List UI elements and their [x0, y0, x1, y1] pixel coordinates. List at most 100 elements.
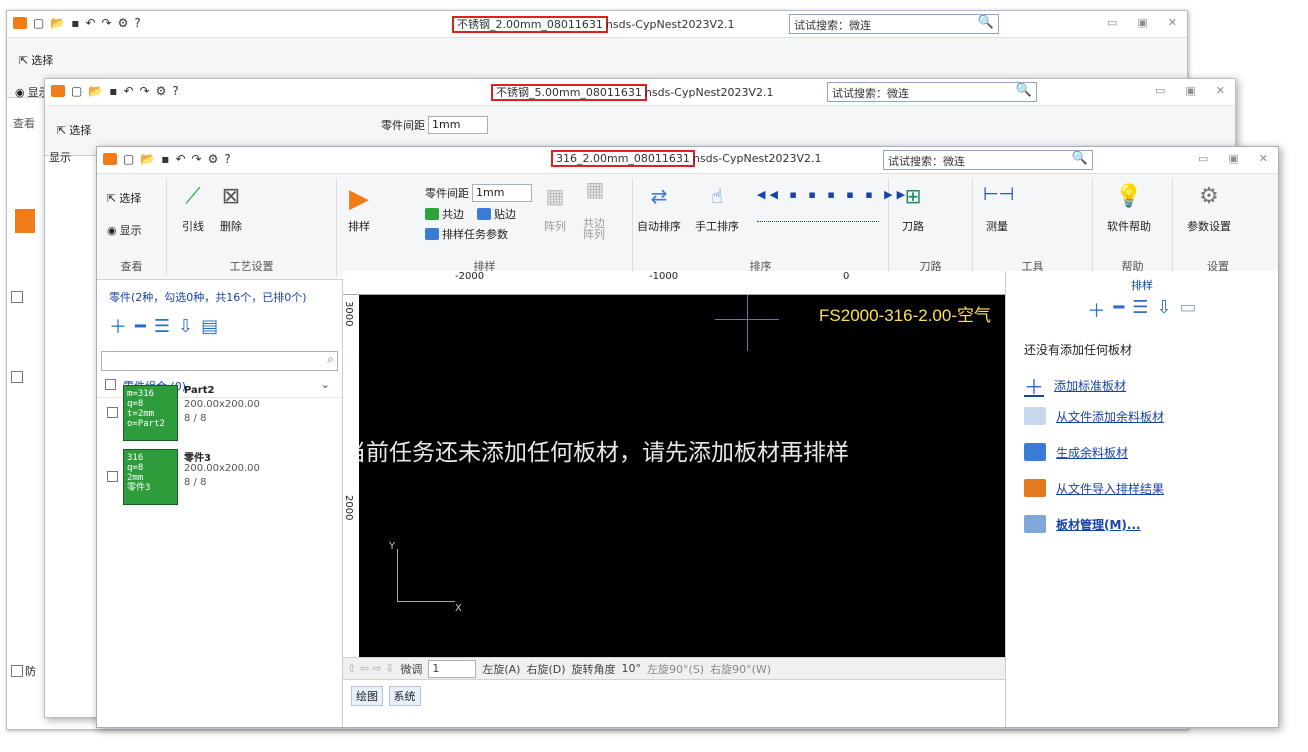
rotate-right-button[interactable]: 右旋(D)	[526, 661, 565, 677]
select-button[interactable]: ⇱ 选择	[107, 190, 141, 206]
save-icon[interactable]: ▪	[109, 84, 117, 98]
open-file-icon[interactable]: 📂	[88, 84, 103, 98]
show-button[interactable]: ◉ 显示	[107, 222, 142, 238]
generate-remnant-link[interactable]: 生成余料板材	[1024, 443, 1128, 461]
group-label: 工艺设置	[229, 260, 274, 273]
search-icon[interactable]: 🔍	[1016, 83, 1032, 98]
measure-button[interactable]: ⊢⊣ 测量	[983, 184, 1014, 234]
list-item[interactable]: 316 q=8 2mm 零件3 零件3 200.00x200.00 8 / 8	[107, 449, 337, 509]
search-input[interactable]: 试试搜索：微连 🔍	[789, 14, 999, 34]
tab-draw[interactable]: 绘图	[351, 686, 383, 706]
stub-checkbox[interactable]	[11, 291, 23, 303]
add-standard-sheet-link[interactable]: ＋ 添加标准板材	[1024, 371, 1126, 400]
share-array-button[interactable]: ▦ 共边阵列	[581, 179, 607, 240]
rotate-left-90-button[interactable]: 左旋90°(S)	[647, 661, 704, 677]
minimize-icon[interactable]: ▭	[1107, 16, 1117, 29]
add-icon[interactable]: ＋	[1087, 297, 1105, 323]
software-help-button[interactable]: 💡 软件帮助	[1107, 184, 1151, 234]
search-input[interactable]: 试试搜索：微连 🔍	[883, 150, 1093, 170]
stub-checkbox[interactable]	[11, 665, 23, 677]
settings-icon[interactable]: ⚙	[208, 152, 219, 166]
open-file-icon[interactable]: 📂	[50, 16, 65, 30]
close-icon[interactable]: ✕	[1259, 152, 1268, 165]
window-controls: ▭ ▣ ✕	[1155, 84, 1225, 97]
sheet-management-link[interactable]: 板材管理(M)...	[1024, 515, 1141, 533]
rotate-angle-value[interactable]: 10°	[622, 662, 642, 675]
search-icon[interactable]: ⌕	[327, 352, 334, 367]
select-button[interactable]: ⇱ 选择	[57, 122, 91, 138]
sort-icon[interactable]: ⇩	[178, 316, 193, 337]
stick-edge-button[interactable]: 贴边	[477, 206, 516, 222]
remnant-icon	[1024, 443, 1046, 461]
undo-icon[interactable]: ↶	[85, 16, 95, 30]
select-button[interactable]: ⇱ 选择	[19, 52, 53, 68]
rotate-left-button[interactable]: 左旋(A)	[482, 661, 520, 677]
array-button[interactable]: ▦ 阵列	[541, 184, 569, 234]
maximize-icon[interactable]: ▣	[1137, 16, 1147, 29]
remove-icon[interactable]: ━	[1113, 297, 1124, 323]
save-icon[interactable]: ▪	[161, 152, 169, 166]
redo-icon[interactable]: ↷	[102, 16, 112, 30]
search-icon[interactable]: 🔍	[978, 15, 994, 30]
part-gap-field[interactable]: 零件间距 1mm	[381, 116, 488, 134]
part-checkbox[interactable]	[107, 407, 118, 418]
search-icon[interactable]: 🔍	[1072, 151, 1088, 166]
list-item[interactable]: m=316 q=8 t=2mm o=Part2 Part2 200.00x200.00…	[107, 385, 337, 445]
maximize-icon[interactable]: ▣	[1185, 84, 1195, 97]
close-icon[interactable]: ✕	[1168, 16, 1177, 29]
add-icon[interactable]: ＋	[109, 313, 127, 339]
rotate-right-90-button[interactable]: 右旋90°(W)	[710, 661, 771, 677]
task-params-button[interactable]: 排样任务参数	[425, 226, 508, 242]
share-edge-button[interactable]: 共边	[425, 206, 464, 222]
settings-icon[interactable]: ⚙	[156, 84, 167, 98]
fine-tune-value[interactable]: 1	[428, 659, 477, 678]
param-settings-button[interactable]: ⚙ 参数设置	[1187, 184, 1231, 234]
part-dims: 200.00x200.00	[184, 463, 260, 474]
tab-system[interactable]: 系统	[388, 686, 421, 706]
part-checkbox[interactable]	[107, 471, 118, 482]
undo-icon[interactable]: ↶	[123, 84, 133, 98]
path-button[interactable]: ⊞ 刀路	[899, 184, 927, 234]
auto-order-button[interactable]: ⇄ 自动排序	[637, 184, 681, 234]
part-gap-field[interactable]: 零件间距 1mm	[425, 184, 532, 202]
add-remnant-from-file-link[interactable]: 从文件添加余料板材	[1024, 407, 1164, 425]
minimize-icon[interactable]: ▭	[1155, 84, 1165, 97]
arrow-controls-icon[interactable]: ⇧ ⇦ ⇨ ⇩	[347, 662, 394, 675]
new-file-icon[interactable]: ▢	[71, 84, 82, 98]
settings-icon[interactable]: ⚙	[118, 16, 129, 30]
part-gap-value[interactable]: 1mm	[428, 116, 488, 134]
order-step-controls[interactable]: ◀◀ ▪ ▪ ▪ ▪ ▪ ▶▶	[757, 188, 909, 201]
new-file-icon[interactable]: ▢	[33, 16, 44, 30]
stub-checkbox[interactable]	[11, 371, 23, 383]
part-gap-value[interactable]: 1mm	[472, 184, 532, 202]
minimize-icon[interactable]: ▭	[1198, 152, 1208, 165]
part-search-input[interactable]: ⌕	[101, 351, 338, 371]
part-name: Part2	[184, 385, 215, 396]
search-input[interactable]: 试试搜索：微连 🔍	[827, 82, 1037, 102]
help-icon[interactable]: ?	[134, 16, 140, 30]
sort-icon[interactable]: ⇩	[1156, 297, 1171, 323]
manual-order-button[interactable]: ☝ 手工排序	[695, 184, 739, 234]
table-icon[interactable]: ▤	[201, 316, 218, 337]
open-file-icon[interactable]: 📂	[140, 152, 155, 166]
maximize-icon[interactable]: ▣	[1228, 152, 1238, 165]
order-slider[interactable]	[757, 218, 879, 222]
remove-icon[interactable]: ━	[135, 316, 146, 337]
import-nest-result-link[interactable]: 从文件导入排样结果	[1024, 479, 1164, 497]
undo-icon[interactable]: ↶	[175, 152, 185, 166]
help-icon[interactable]: ?	[224, 152, 230, 166]
nesting-canvas[interactable]: FS2000-316-2.00-空气 当前任务还未添加任何板材，请先添加板材再排…	[343, 271, 1005, 657]
list-icon[interactable]: ☰	[154, 316, 170, 337]
help-icon[interactable]: ?	[172, 84, 178, 98]
save-icon[interactable]: ▭	[1180, 297, 1197, 323]
save-icon[interactable]: ▪	[71, 16, 79, 30]
sheet-label: FS2000-316-2.00-空气	[819, 306, 991, 325]
delete-button[interactable]: ⊠ 删除	[217, 184, 245, 234]
redo-icon[interactable]: ↷	[192, 152, 202, 166]
new-file-icon[interactable]: ▢	[123, 152, 134, 166]
redo-icon[interactable]: ↷	[140, 84, 150, 98]
lead-button[interactable]: ⟋ 引线	[179, 184, 207, 234]
close-icon[interactable]: ✕	[1216, 84, 1225, 97]
nest-button[interactable]: ▶ 排样	[345, 184, 373, 234]
list-icon[interactable]: ☰	[1132, 297, 1148, 323]
